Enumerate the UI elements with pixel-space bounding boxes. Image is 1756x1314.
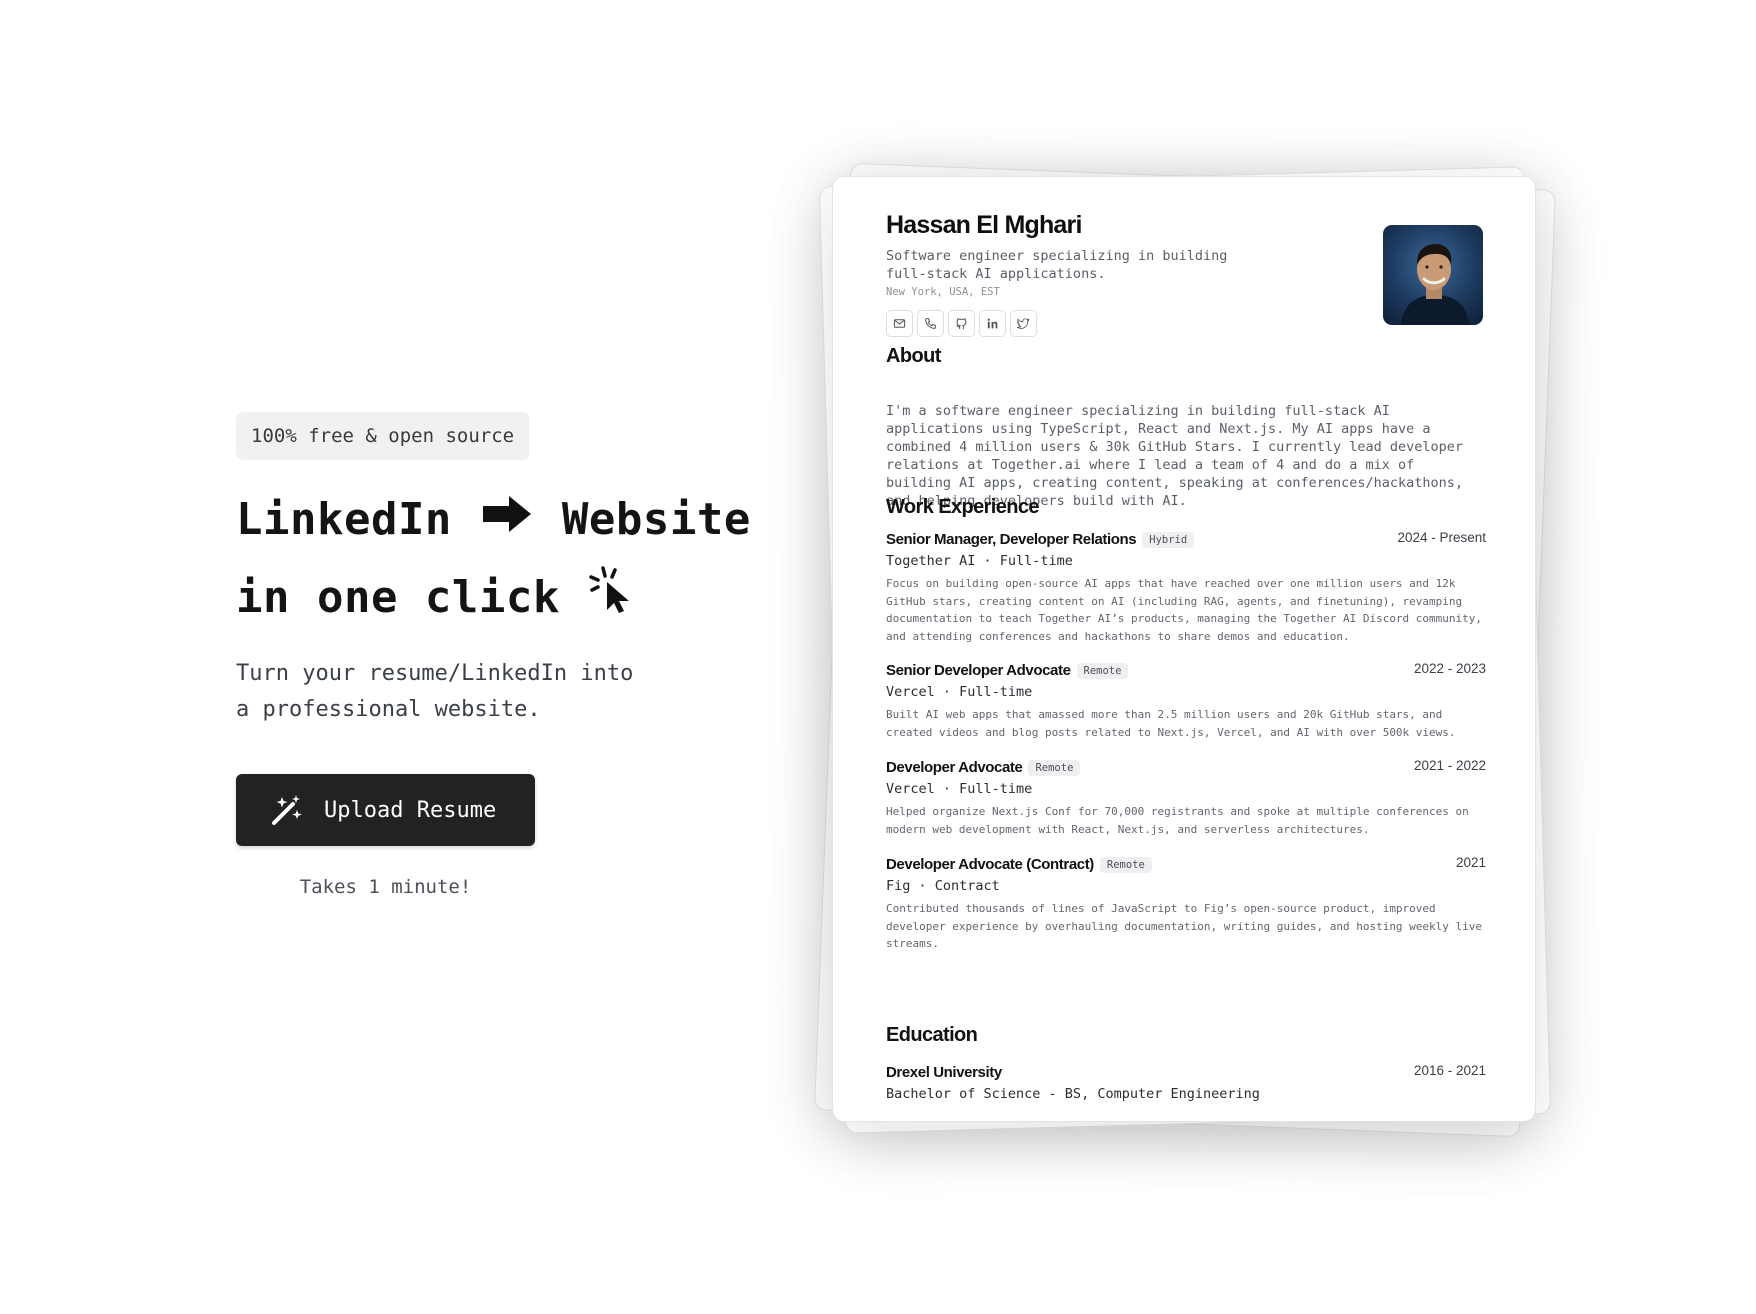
resume-tagline: Software engineer specializing in buildi… [886, 248, 1228, 282]
work-experience-heading: Work Experience [886, 496, 1040, 518]
job-description: Built AI web apps that amassed more than… [886, 708, 1456, 739]
education-dates: 2016 - 2021 [1413, 1063, 1486, 1078]
job-title: Developer Advocate (Contract) [886, 856, 1094, 873]
about-text: I'm a software engineer specializing in … [886, 403, 1464, 509]
twitter-icon[interactable] [1010, 310, 1037, 337]
work-mode-tag: Remote [1099, 856, 1152, 873]
resume-preview-stack: Hassan El Mghari Software engineer speci… [814, 162, 1556, 1138]
cursor-click-icon [587, 562, 633, 638]
job-title: Developer Advocate [886, 759, 1023, 776]
job-dates: 2022 - 2023 [1413, 661, 1486, 676]
job-company: Together AI · Full-time [886, 553, 1073, 569]
upload-resume-button[interactable]: Upload Resume [236, 774, 535, 846]
headline-website: Website [561, 494, 751, 545]
education-heading: Education [886, 1024, 978, 1046]
work-mode-tag: Remote [1076, 662, 1129, 679]
job-title: Senior Developer Advocate [886, 662, 1071, 679]
arrow-right-icon [479, 484, 535, 560]
work-mode-tag: Hybrid [1142, 531, 1195, 548]
job-dates: 2021 - 2022 [1413, 758, 1486, 773]
job-dates: 2024 - Present [1397, 530, 1486, 545]
job-title: Senior Manager, Developer Relations [886, 531, 1137, 548]
job-entry: Senior Developer Advocate Remote 2022 - 2… [886, 660, 1486, 741]
github-icon[interactable] [948, 310, 975, 337]
time-note: Takes 1 minute! [299, 876, 472, 898]
education-entry: Drexel University 2016 - 2021 Bachelor o… [886, 1062, 1486, 1102]
job-company: Vercel · Full-time [886, 781, 1033, 797]
magic-wand-icon [270, 793, 304, 827]
job-entry: Senior Manager, Developer Relations Hybri… [886, 529, 1486, 645]
social-links [886, 310, 1037, 337]
hero-subtitle: Turn your resume/LinkedIn into a profess… [236, 661, 634, 722]
linkedin-icon[interactable] [979, 310, 1006, 337]
job-description: Focus on building open-source AI apps th… [886, 577, 1483, 643]
phone-icon[interactable] [917, 310, 944, 337]
school-name: Drexel University [886, 1064, 1002, 1081]
job-dates: 2021 [1455, 855, 1486, 870]
job-entry: Developer Advocate (Contract) Remote 2021… [886, 854, 1486, 953]
mail-icon[interactable] [886, 310, 913, 337]
job-company: Vercel · Full-time [886, 684, 1033, 700]
job-description: Contributed thousands of lines of JavaSc… [886, 902, 1483, 951]
headline: LinkedIn Website in one click [236, 482, 756, 638]
headline-one-click: in one click [236, 572, 560, 623]
profile-photo [1383, 225, 1483, 325]
job-company: Fig · Contract [886, 878, 1000, 894]
job-entry: Developer Advocate Remote 2021 - 2022 Ver… [886, 757, 1486, 838]
headline-line-2: in one click [236, 560, 756, 638]
job-description: Helped organize Next.js Conf for 70,000 … [886, 805, 1469, 836]
headline-linkedin: LinkedIn [236, 494, 452, 545]
resume-location: New York, USA, EST [886, 286, 1000, 298]
resume-name: Hassan El Mghari [886, 211, 1082, 239]
degree: Bachelor of Science - BS, Computer Engin… [886, 1086, 1260, 1102]
about-heading: About [886, 345, 941, 367]
resume-card: Hassan El Mghari Software engineer speci… [832, 176, 1536, 1122]
hero-section: 100% free & open source LinkedIn Website… [236, 412, 756, 898]
work-mode-tag: Remote [1028, 759, 1081, 776]
headline-line-1: LinkedIn Website [236, 482, 756, 560]
open-source-badge: 100% free & open source [236, 412, 530, 460]
upload-resume-label: Upload Resume [324, 797, 497, 823]
